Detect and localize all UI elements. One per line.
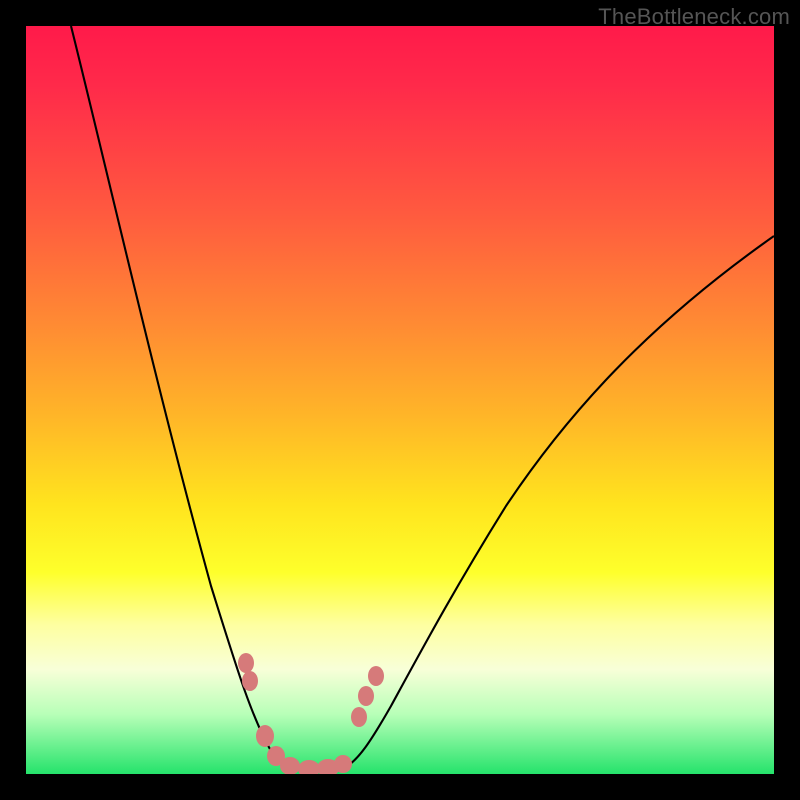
bottleneck-curve [71,26,774,770]
marker-dot [238,653,254,673]
watermark-text: TheBottleneck.com [598,4,790,30]
marker-dot [256,725,274,747]
marker-dot [334,755,352,773]
marker-dot [351,707,367,727]
plot-area [26,26,774,774]
curve-markers [238,653,384,774]
marker-dot [368,666,384,686]
curve-right-branch [344,236,774,768]
curve-left-branch [71,26,296,769]
chart-frame: TheBottleneck.com [0,0,800,800]
marker-dot [242,671,258,691]
curve-svg [26,26,774,774]
marker-dot [358,686,374,706]
marker-dot [298,760,320,774]
